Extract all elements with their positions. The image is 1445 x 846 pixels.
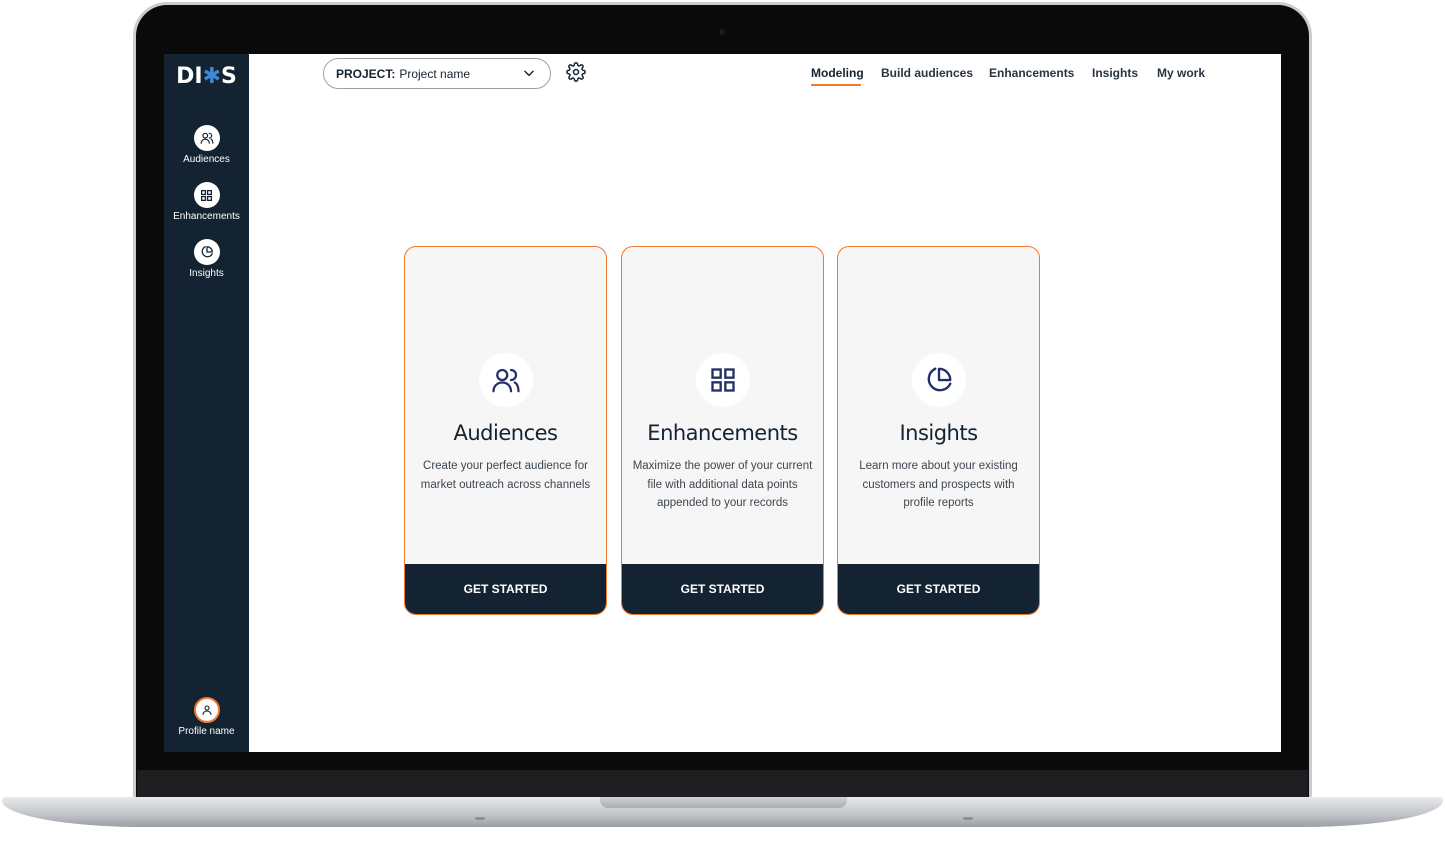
sidebar-profile[interactable]: Profile name [164,697,249,737]
nav-insights[interactable]: Insights [1092,66,1138,80]
card-title: Enhancements [647,421,798,445]
sidebar-item-enhancements[interactable]: Enhancements [164,182,249,222]
sidebar-item-insights[interactable]: Insights [164,239,249,279]
card-title: Audiences [453,421,558,445]
get-started-button[interactable]: GET STARTED [622,564,823,614]
project-value: Project name [399,66,471,81]
project-selector[interactable]: PROJECT: Project name [323,58,551,89]
sidebar-item-audiences[interactable]: Audiences [164,125,249,165]
card-insights: Insights Learn more about your existing … [837,246,1040,615]
get-started-button[interactable]: GET STARTED [838,564,1039,614]
camera [719,29,725,35]
chevron-down-icon [522,66,536,83]
laptop-foot [963,817,973,820]
laptop-foot [475,817,485,820]
nav-enhancements[interactable]: Enhancements [989,66,1074,80]
card-description: Learn more about your existing customers… [859,460,1018,509]
gear-icon[interactable] [566,62,586,87]
card-title: Insights [899,421,978,445]
logo-star-icon: ✱ [202,64,222,89]
get-started-button[interactable]: GET STARTED [405,564,606,614]
card-audiences: Audiences Create your perfect audience f… [404,246,607,615]
nav-build-audiences[interactable]: Build audiences [881,66,973,80]
card-description: Create your perfect audience for market … [420,460,591,491]
laptop-chin [137,770,1308,798]
profile-name: Profile name [178,726,235,737]
card-description: Maximize the power of your current file … [632,460,813,509]
users-icon [479,353,533,407]
sidebar-item-label: Insights [189,268,224,279]
card-enhancements: Enhancements Maximize the power of your … [621,246,824,615]
sidebar-item-label: Audiences [183,154,230,165]
grid-icon [193,182,220,208]
pie-chart-icon [912,353,966,407]
logo-text-right: S [221,64,237,89]
users-icon [193,125,220,151]
laptop-mockup: DI✱S Audiences Enhancements Insights Pro… [0,0,1445,846]
app-screen: DI✱S Audiences Enhancements Insights Pro… [164,54,1281,752]
nav-modeling[interactable]: Modeling [811,66,864,80]
grid-icon [696,353,750,407]
logo-text-left: DI [176,64,203,89]
brand-logo[interactable]: DI✱S [164,64,249,89]
nav-active-indicator [811,84,861,86]
nav-my-work[interactable]: My work [1157,66,1205,80]
sidebar-item-label: Enhancements [173,211,240,222]
project-prefix: PROJECT: [336,66,396,81]
user-icon [193,697,220,723]
laptop-notch [600,797,847,808]
pie-chart-icon [193,239,220,265]
sidebar: DI✱S Audiences Enhancements Insights Pro… [164,54,249,752]
